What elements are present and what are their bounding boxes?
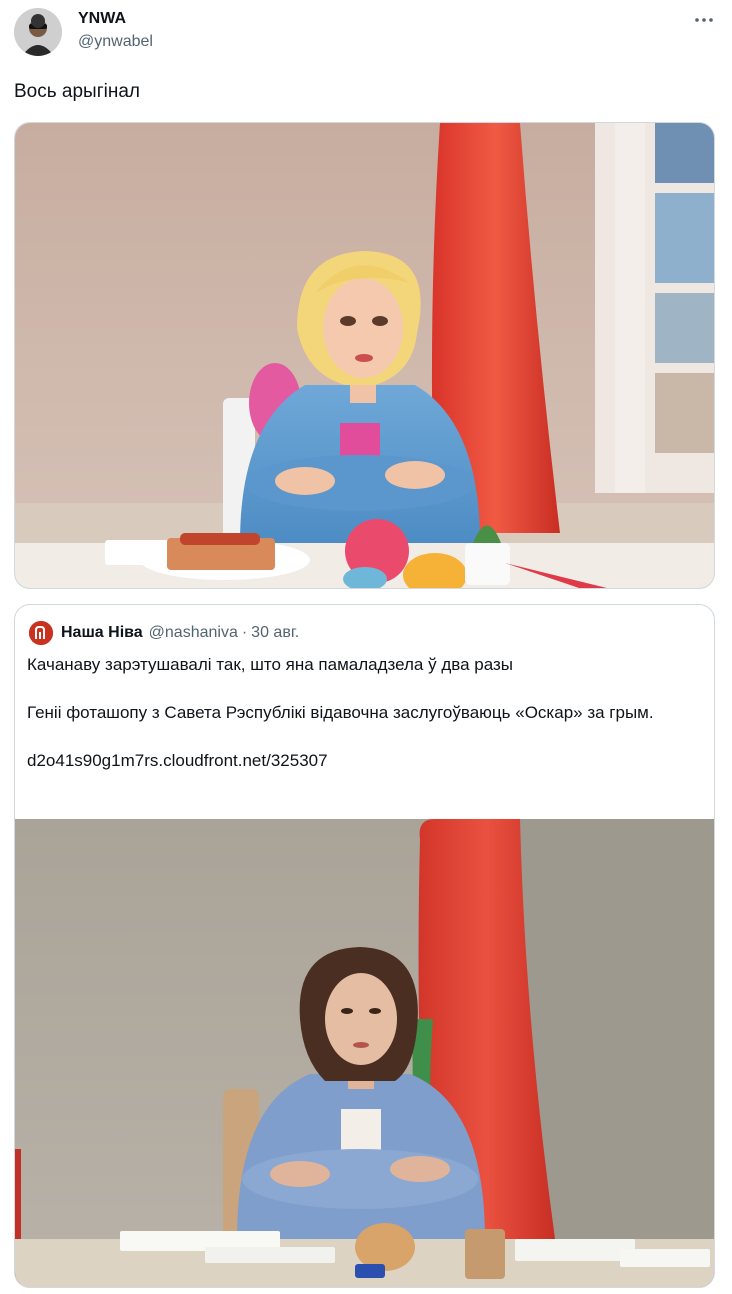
- quoted-text-line2: Геніі фоташопу з Савета Рэспублікі відав…: [27, 703, 654, 722]
- author-handle[interactable]: @ynwabel: [78, 32, 153, 52]
- author-display-name[interactable]: YNWA: [78, 10, 153, 28]
- more-horizontal-icon[interactable]: [694, 10, 714, 30]
- quoted-handle[interactable]: @nashaniva: [149, 624, 238, 642]
- tweet-image[interactable]: [14, 122, 715, 589]
- author-avatar[interactable]: [14, 8, 62, 56]
- quoted-tweet-image[interactable]: [15, 819, 714, 1287]
- quoted-date[interactable]: 30 авг.: [251, 624, 299, 642]
- quoted-tweet[interactable]: Наша Ніва @nashaniva · 30 авг. Качанаву …: [14, 604, 715, 1288]
- tweet-text: Вось арыгінал: [14, 81, 141, 102]
- separator-dot: ·: [241, 624, 248, 641]
- quoted-tweet-header: Наша Ніва @nashaniva · 30 авг.: [29, 621, 299, 645]
- quoted-link[interactable]: d2o41s90g1m7rs.cloudfront.net/325307: [27, 749, 703, 773]
- quoted-tweet-body: Качанаву зарэтушавалі так, што яна памал…: [27, 653, 703, 773]
- nasha-niva-logo-icon: [29, 621, 53, 645]
- quoted-display-name[interactable]: Наша Ніва: [61, 624, 143, 642]
- author-names: YNWA @ynwabel: [78, 10, 153, 52]
- tweet-header: YNWA @ynwabel: [14, 8, 718, 58]
- quoted-text-line1: Качанаву зарэтушавалі так, што яна памал…: [27, 655, 514, 674]
